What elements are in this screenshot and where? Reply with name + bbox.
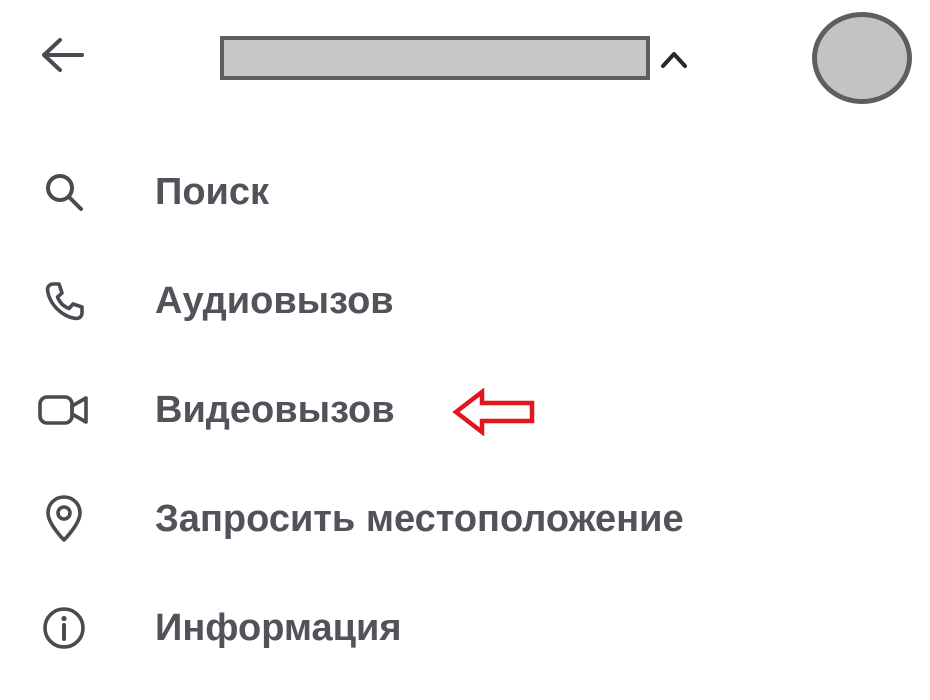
location-pin-icon-wrap xyxy=(34,491,94,547)
menu-item-audio-call[interactable]: Аудиовызов xyxy=(0,247,930,356)
video-camera-icon-wrap xyxy=(34,382,94,438)
chevron-up-icon xyxy=(661,52,687,68)
arrow-left-icon xyxy=(42,38,84,72)
menu-item-label: Информация xyxy=(155,607,402,649)
menu-item-label: Видеовызов xyxy=(155,389,395,431)
menu-item-search[interactable]: Поиск xyxy=(0,138,930,247)
info-icon xyxy=(43,607,85,649)
redacted-contact-name xyxy=(220,36,650,80)
chat-options-screen: Поиск Аудиовызов Видеовызов Запросить ме… xyxy=(0,0,930,700)
search-icon xyxy=(46,174,83,211)
location-pin-icon xyxy=(46,495,82,542)
chat-title-toggle[interactable] xyxy=(220,36,700,84)
phone-icon-wrap xyxy=(34,273,94,329)
video-camera-icon xyxy=(38,395,88,425)
search-icon-wrap xyxy=(34,164,94,220)
menu-item-label: Поиск xyxy=(155,171,270,213)
info-icon-wrap xyxy=(34,600,94,656)
menu-item-label: Запросить местоположение xyxy=(155,498,684,540)
menu-item-label: Аудиовызов xyxy=(155,280,394,322)
phone-icon xyxy=(45,282,84,321)
menu-item-info[interactable]: Информация xyxy=(0,574,930,683)
back-button[interactable] xyxy=(34,30,90,80)
avatar[interactable] xyxy=(812,12,912,104)
red-arrow-left-icon xyxy=(452,388,535,436)
menu-item-request-location[interactable]: Запросить местоположение xyxy=(0,465,930,574)
header xyxy=(0,0,930,120)
